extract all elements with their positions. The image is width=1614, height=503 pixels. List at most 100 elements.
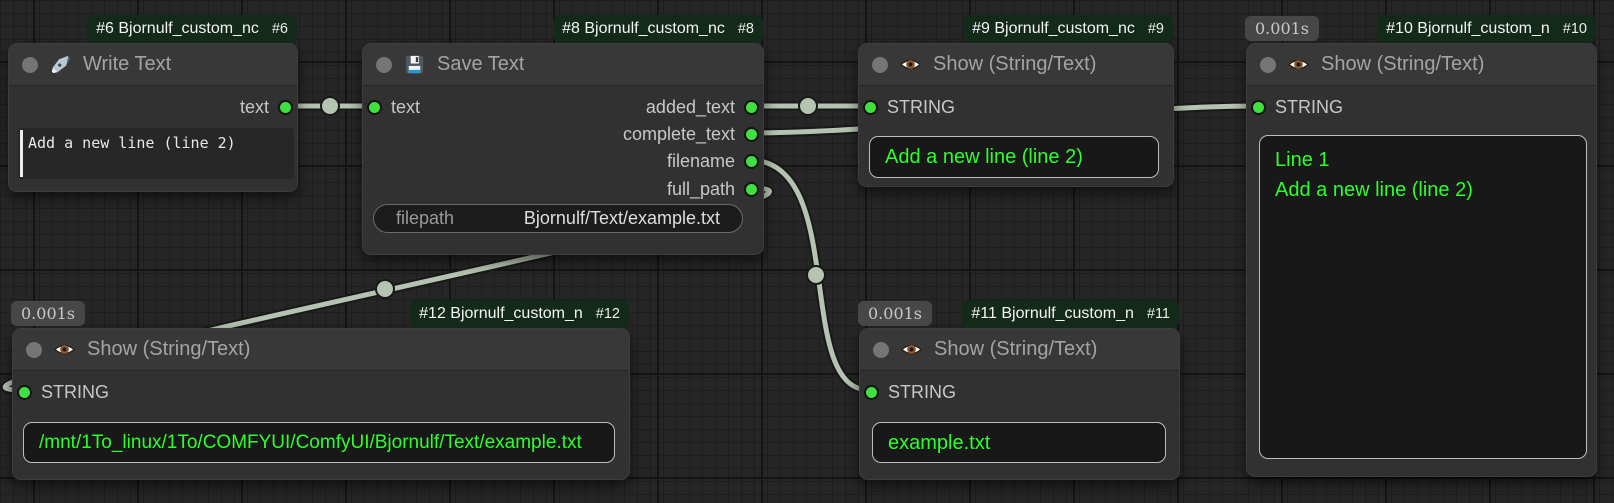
node-badge: #11 Bjornulf_custom_n #11 bbox=[962, 300, 1179, 328]
floppy-icon bbox=[403, 53, 426, 76]
node-header[interactable]: Show (String/Text) bbox=[860, 329, 1179, 371]
input-dot[interactable] bbox=[864, 385, 879, 400]
string-display-value: /mnt/1To_linux/1To/COMFYUI/ComfyUI/Bjorn… bbox=[39, 428, 599, 458]
input-dot[interactable] bbox=[1251, 100, 1266, 115]
node-title: Write Text bbox=[83, 53, 171, 76]
input-port-string[interactable]: STRING bbox=[864, 381, 956, 403]
input-port-text[interactable]: text bbox=[367, 96, 420, 118]
input-port-string[interactable]: STRING bbox=[863, 96, 955, 118]
runtime-badge: 0.001s bbox=[1245, 16, 1319, 41]
badge-node-id: #10 bbox=[1563, 21, 1587, 37]
pen-icon bbox=[49, 53, 72, 76]
runtime-value: 0.001s bbox=[21, 304, 75, 323]
text-widget-value[interactable]: Add a new line (line 2) bbox=[18, 128, 294, 152]
node-title: Show (String/Text) bbox=[934, 338, 1097, 361]
string-display-value: Add a new line (line 2) bbox=[885, 142, 1143, 172]
output-dot[interactable] bbox=[744, 100, 759, 115]
string-display-box: Line 1 Add a new line (line 2) bbox=[1259, 135, 1587, 459]
badge-node-id: #6 bbox=[272, 21, 288, 37]
output-dot[interactable] bbox=[744, 127, 759, 142]
input-label: STRING bbox=[888, 382, 956, 403]
node-title: Show (String/Text) bbox=[1321, 53, 1484, 76]
runtime-value: 0.001s bbox=[1255, 19, 1309, 38]
collapse-dot[interactable] bbox=[26, 342, 42, 358]
filepath-widget-value[interactable]: Bjornulf/Text/example.txt bbox=[524, 208, 720, 229]
node-header[interactable]: Save Text bbox=[363, 44, 763, 86]
input-label: STRING bbox=[41, 382, 109, 403]
node-badge: #9 Bjornulf_custom_nc #9 bbox=[963, 15, 1173, 43]
eye-icon bbox=[900, 338, 923, 361]
badge-pack-name: #9 Bjornulf_custom_nc bbox=[972, 20, 1135, 38]
node-show-string-12[interactable]: 0.001s #12 Bjornulf_custom_n #12 Show (S… bbox=[12, 328, 630, 480]
output-port-full-path[interactable]: full_path bbox=[667, 178, 759, 200]
input-dot[interactable] bbox=[17, 385, 32, 400]
string-display-line: Line 1 bbox=[1275, 145, 1571, 175]
node-save-text[interactable]: #8 Bjornulf_custom_nc #8 Save Text text … bbox=[362, 43, 764, 255]
node-badge: #12 Bjornulf_custom_n #12 bbox=[410, 300, 629, 328]
node-header[interactable]: Show (String/Text) bbox=[859, 44, 1173, 86]
node-show-string-10[interactable]: 0.001s #10 Bjornulf_custom_n #10 Show (S… bbox=[1246, 43, 1597, 477]
badge-pack-name: #8 Bjornulf_custom_nc bbox=[562, 20, 725, 38]
output-port-text[interactable]: text bbox=[240, 96, 293, 118]
node-title: Save Text bbox=[437, 53, 524, 76]
output-label: complete_text bbox=[623, 124, 735, 145]
eye-icon bbox=[53, 338, 76, 361]
output-port-added-text[interactable]: added_text bbox=[646, 96, 759, 118]
badge-node-id: #8 bbox=[738, 21, 754, 37]
input-dot[interactable] bbox=[863, 100, 878, 115]
badge-node-id: #9 bbox=[1148, 21, 1164, 37]
runtime-value: 0.001s bbox=[868, 304, 922, 323]
string-display-box: example.txt bbox=[872, 422, 1166, 463]
node-header[interactable]: Show (String/Text) bbox=[1247, 44, 1596, 86]
collapse-dot[interactable] bbox=[873, 342, 889, 358]
node-title: Show (String/Text) bbox=[933, 53, 1096, 76]
input-port-string[interactable]: STRING bbox=[1251, 96, 1343, 118]
node-badge: #6 Bjornulf_custom_nc #6 bbox=[87, 15, 297, 43]
filepath-widget-label: filepath bbox=[396, 208, 454, 229]
node-show-string-9[interactable]: #9 Bjornulf_custom_nc #9 Show (String/Te… bbox=[858, 43, 1174, 187]
badge-node-id: #11 bbox=[1147, 306, 1170, 322]
collapse-dot[interactable] bbox=[22, 57, 38, 73]
output-port-complete-text[interactable]: complete_text bbox=[623, 123, 759, 145]
node-title: Show (String/Text) bbox=[87, 338, 250, 361]
output-label: filename bbox=[667, 151, 735, 172]
collapse-dot[interactable] bbox=[1260, 57, 1276, 73]
output-label: text bbox=[240, 97, 269, 118]
runtime-badge: 0.001s bbox=[11, 301, 85, 326]
output-port-filename[interactable]: filename bbox=[667, 150, 759, 172]
string-display-box: Add a new line (line 2) bbox=[869, 136, 1159, 178]
output-dot[interactable] bbox=[278, 100, 293, 115]
string-display-line: Add a new line (line 2) bbox=[1275, 175, 1571, 205]
node-write-text[interactable]: #6 Bjornulf_custom_nc #6 Write Text text… bbox=[8, 43, 298, 192]
node-badge: #8 Bjornulf_custom_nc #8 bbox=[553, 15, 763, 43]
output-label: full_path bbox=[667, 179, 735, 200]
node-show-string-11[interactable]: 0.001s #11 Bjornulf_custom_n #11 Show (S… bbox=[859, 328, 1180, 480]
runtime-badge: 0.001s bbox=[858, 301, 932, 326]
input-label: STRING bbox=[887, 97, 955, 118]
filepath-widget[interactable]: filepath Bjornulf/Text/example.txt bbox=[373, 204, 743, 233]
input-label: STRING bbox=[1275, 97, 1343, 118]
node-header[interactable]: Show (String/Text) bbox=[13, 329, 629, 371]
string-display-value: example.txt bbox=[888, 428, 1150, 458]
badge-node-id: #12 bbox=[596, 306, 620, 322]
eye-icon bbox=[1287, 53, 1310, 76]
badge-pack-name: #6 Bjornulf_custom_nc bbox=[96, 20, 259, 38]
collapse-dot[interactable] bbox=[872, 57, 888, 73]
text-input-widget[interactable]: Add a new line (line 2) bbox=[18, 128, 294, 179]
output-dot[interactable] bbox=[744, 182, 759, 197]
badge-pack-name: #12 Bjornulf_custom_n bbox=[419, 305, 583, 323]
badge-pack-name: #11 Bjornulf_custom_n bbox=[971, 305, 1133, 323]
collapse-dot[interactable] bbox=[376, 57, 392, 73]
string-display-box: /mnt/1To_linux/1To/COMFYUI/ComfyUI/Bjorn… bbox=[23, 422, 615, 463]
node-graph-canvas[interactable]: #6 Bjornulf_custom_nc #6 Write Text text… bbox=[0, 0, 1614, 503]
output-label: added_text bbox=[646, 97, 735, 118]
node-badge: #10 Bjornulf_custom_n #10 bbox=[1377, 15, 1596, 43]
text-cursor bbox=[20, 130, 23, 177]
node-header[interactable]: Write Text bbox=[9, 44, 297, 86]
input-port-string[interactable]: STRING bbox=[17, 381, 109, 403]
eye-icon bbox=[899, 53, 922, 76]
input-label: text bbox=[391, 97, 420, 118]
input-dot[interactable] bbox=[367, 100, 382, 115]
output-dot[interactable] bbox=[744, 154, 759, 169]
badge-pack-name: #10 Bjornulf_custom_n bbox=[1386, 20, 1550, 38]
